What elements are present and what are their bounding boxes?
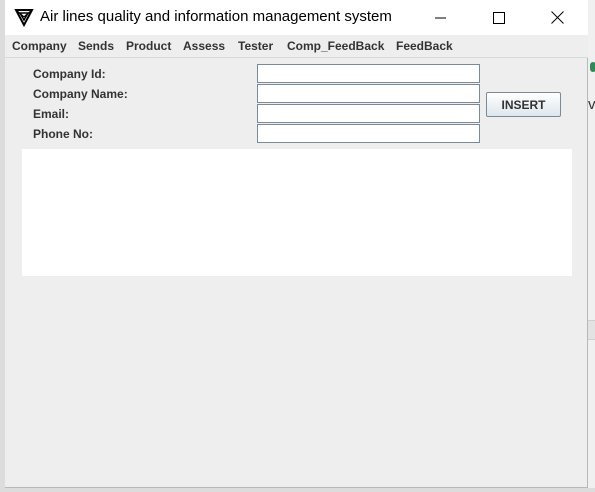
window-title: Air lines quality and information manage… bbox=[40, 8, 392, 25]
close-button[interactable] bbox=[534, 0, 580, 35]
background-scrollbar-fragment bbox=[588, 320, 595, 340]
triangle-logo-icon bbox=[14, 9, 34, 27]
maximize-icon bbox=[493, 11, 505, 24]
email-label: Email: bbox=[33, 107, 70, 121]
desktop-edge-bottom bbox=[0, 488, 595, 492]
email-field[interactable] bbox=[257, 104, 480, 123]
background-window-fragment: va bbox=[588, 96, 595, 113]
maximize-button[interactable] bbox=[476, 0, 522, 35]
title-bar[interactable]: Air lines quality and information manage… bbox=[5, 0, 588, 35]
menu-comp-feedback[interactable]: Comp_FeedBack bbox=[287, 39, 384, 53]
company-name-field[interactable] bbox=[257, 84, 480, 103]
output-text-area[interactable] bbox=[22, 149, 572, 276]
background-window-edge bbox=[588, 0, 595, 492]
phone-no-field[interactable] bbox=[257, 124, 480, 143]
insert-button[interactable]: INSERT bbox=[486, 92, 561, 117]
phone-no-label: Phone No: bbox=[33, 127, 93, 141]
company-name-label: Company Name: bbox=[33, 87, 128, 101]
company-id-field[interactable] bbox=[257, 64, 480, 83]
app-window: Air lines quality and information manage… bbox=[5, 0, 588, 488]
background-status-dot bbox=[590, 62, 595, 72]
menu-tester[interactable]: Tester bbox=[238, 39, 273, 53]
menu-company[interactable]: Company bbox=[12, 39, 67, 53]
menu-assess[interactable]: Assess bbox=[183, 39, 225, 53]
minimize-icon bbox=[435, 17, 446, 18]
menu-bar: Company Sends Product Assess Tester Comp… bbox=[5, 35, 588, 58]
close-icon bbox=[550, 11, 564, 24]
menu-feedback[interactable]: FeedBack bbox=[396, 39, 453, 53]
minimize-button[interactable] bbox=[418, 0, 464, 35]
menu-sends[interactable]: Sends bbox=[78, 39, 114, 53]
menu-product[interactable]: Product bbox=[126, 39, 171, 53]
company-id-label: Company Id: bbox=[33, 67, 106, 81]
